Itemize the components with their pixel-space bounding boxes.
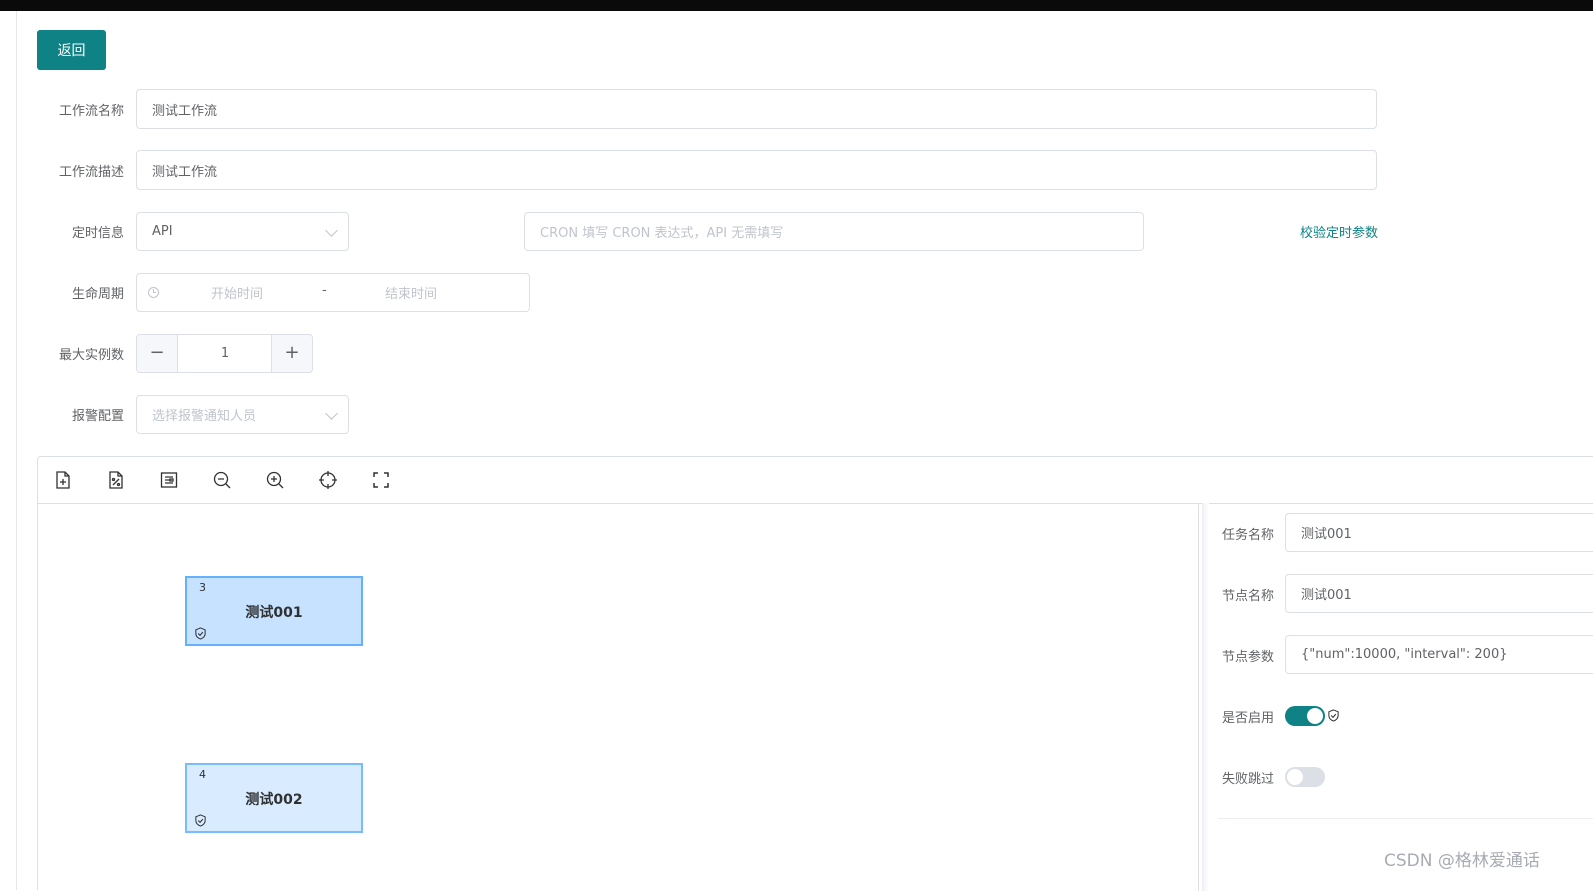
schedule-type-value: API [152, 224, 173, 239]
node-id: 3 [199, 581, 206, 594]
editor-toolbar [38, 457, 1593, 504]
fullscreen-icon[interactable] [371, 470, 391, 490]
shield-check-icon [195, 627, 206, 640]
schedule-label: 定时信息 [71, 226, 124, 241]
enabled-label: 是否启用 [1221, 711, 1274, 726]
schedule-type-select[interactable]: API [136, 212, 349, 251]
cron-input[interactable]: CRON 填写 CRON 表达式，API 无需填写 [524, 212, 1144, 251]
window-top-bar [0, 0, 1593, 11]
workflow-desc-label: 工作流描述 [58, 165, 124, 180]
layout-icon[interactable] [159, 470, 179, 490]
flow-node[interactable]: 3 测试001 [185, 576, 363, 646]
lifecycle-date-range[interactable] [136, 273, 530, 312]
alarm-placeholder: 选择报警通知人员 [152, 409, 257, 424]
skip-on-fail-label: 失败跳过 [1221, 772, 1274, 787]
task-name-label: 任务名称 [1221, 528, 1274, 543]
node-name-value: 测试001 [1301, 588, 1352, 603]
node-title: 测试001 [245, 605, 303, 621]
decrement-button[interactable]: − [137, 335, 178, 372]
flow-canvas[interactable]: 3 测试001 4 测试002 [38, 503, 1198, 891]
workflow-name-input[interactable]: 测试工作流 [136, 89, 1377, 129]
node-params-input[interactable]: {"num":10000, "interval": 200} [1285, 635, 1593, 674]
workflow-name-value: 测试工作流 [152, 103, 218, 119]
lifecycle-label: 生命周期 [71, 287, 124, 302]
task-name-input[interactable]: 测试001 [1285, 513, 1593, 552]
node-params-label: 节点参数 [1221, 650, 1274, 665]
panel-divider-line [1218, 818, 1593, 819]
cron-placeholder: CRON 填写 CRON 表达式，API 无需填写 [540, 226, 784, 241]
workflow-desc-value: 测试工作流 [152, 164, 218, 180]
zoom-out-icon[interactable] [212, 470, 232, 490]
workflow-name-label: 工作流名称 [58, 104, 124, 119]
node-name-input[interactable]: 测试001 [1285, 574, 1593, 613]
back-button[interactable]: 返回 [37, 30, 106, 70]
range-separator: - [322, 283, 327, 298]
zoom-in-icon[interactable] [265, 470, 285, 490]
flow-node[interactable]: 4 测试002 [185, 763, 363, 833]
left-divider [16, 11, 17, 890]
shield-check-icon [195, 814, 206, 827]
chevron-down-icon [325, 407, 338, 420]
toggle-knob [1307, 708, 1323, 724]
end-time-placeholder[interactable]: 结束时间 [385, 283, 437, 302]
panel-shadow [1202, 503, 1209, 891]
watermark: CSDN @格林爱通话 [1384, 851, 1540, 871]
panel-divider [1198, 503, 1199, 891]
validate-schedule-link[interactable]: 校验定时参数 [1300, 222, 1378, 241]
alarm-label: 报警配置 [71, 409, 124, 424]
max-instances-stepper[interactable]: − 1 + [136, 334, 313, 373]
chevron-down-icon [325, 224, 338, 237]
add-file-icon[interactable] [53, 470, 73, 490]
workflow-desc-input[interactable]: 测试工作流 [136, 150, 1377, 190]
percent-file-icon[interactable] [106, 470, 126, 490]
locate-icon[interactable] [318, 470, 338, 490]
alarm-recipients-select[interactable]: 选择报警通知人员 [136, 395, 349, 434]
node-params-value: {"num":10000, "interval": 200} [1301, 647, 1508, 662]
start-time-placeholder[interactable]: 开始时间 [211, 283, 263, 302]
enabled-toggle[interactable] [1285, 706, 1325, 726]
max-instances-label: 最大实例数 [58, 348, 124, 363]
skip-on-fail-toggle[interactable] [1285, 767, 1325, 787]
increment-button[interactable]: + [271, 335, 312, 372]
task-name-value: 测试001 [1301, 527, 1352, 542]
max-instances-value[interactable]: 1 [178, 335, 272, 372]
node-title: 测试002 [245, 792, 303, 808]
shield-check-icon [1328, 709, 1339, 722]
node-id: 4 [199, 768, 206, 781]
clock-icon [148, 287, 159, 298]
node-name-label: 节点名称 [1221, 589, 1274, 604]
toggle-knob [1287, 769, 1303, 785]
